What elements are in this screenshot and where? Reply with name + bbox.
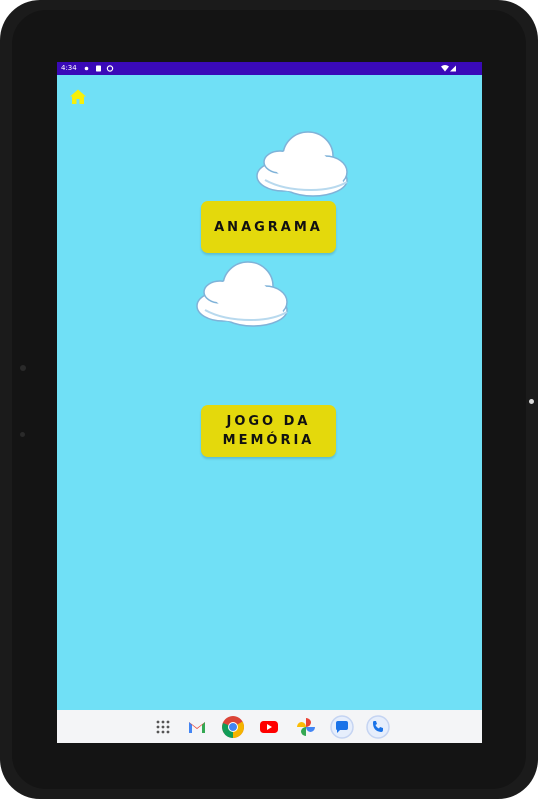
app-dock [57,710,482,743]
cloud-decoration [256,131,348,197]
status-bar: 4:34 [57,62,482,75]
gmail-icon[interactable] [185,715,209,739]
memory-game-label-line2: MEMÓRIA [222,433,315,448]
settings-icon [84,66,89,71]
photos-icon[interactable] [294,715,318,739]
wifi-icon [441,65,449,72]
memory-game-label-line1: JOGO DA [226,414,311,429]
phone-icon[interactable] [366,715,390,739]
side-sensor [20,432,25,437]
sd-card-icon [96,65,101,72]
home-icon [70,89,86,104]
front-camera [529,399,534,404]
status-left-icons [84,62,124,75]
signal-icon [450,65,456,72]
memory-game-button[interactable]: JOGO DA MEMÓRIA [201,405,336,457]
youtube-icon[interactable] [257,715,281,739]
anagram-button-label: ANAGRAMA [214,219,323,235]
status-time: 4:34 [61,64,77,72]
anagram-button[interactable]: ANAGRAMA [201,201,336,253]
apps-grid-icon[interactable] [151,715,175,739]
status-right-icons [440,62,458,75]
home-button[interactable] [69,88,87,106]
app-screen: 4:34 ANAGRAMA JOGO DA MEMÓRIA [57,62,482,743]
sync-icon [106,65,114,72]
tablet-frame: 4:34 ANAGRAMA JOGO DA MEMÓRIA [0,0,538,799]
chrome-icon[interactable] [221,715,245,739]
side-sensor [20,365,26,371]
messages-icon[interactable] [330,715,354,739]
cloud-decoration [196,261,288,327]
